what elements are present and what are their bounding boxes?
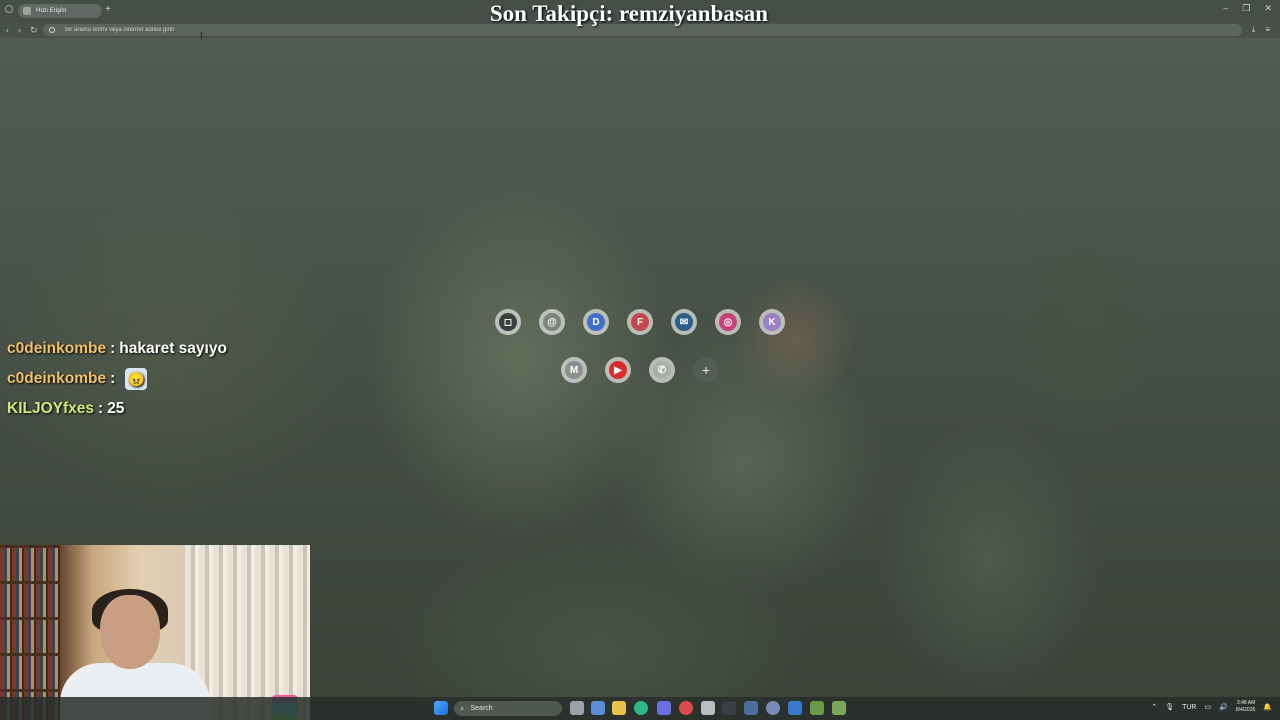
last-follower-title: Son Takipçi: remziyanbasan [489, 1, 769, 26]
shortcut-k[interactable]: K [759, 309, 785, 335]
clock-date: 8/4/2026 [1235, 707, 1256, 713]
browser-taskbar-icon[interactable] [634, 701, 648, 715]
shortcut-mail[interactable]: ✉ [671, 309, 697, 335]
taskbar-search-label: Search [470, 705, 493, 712]
start-icon[interactable] [434, 701, 448, 715]
shortcut-square[interactable]: ◻ [495, 309, 521, 335]
emote-icon: 😠 [125, 368, 148, 390]
close-button[interactable]: ✕ [1264, 3, 1272, 14]
app-icon[interactable] [766, 701, 780, 715]
stream-chat: c0deinkombe : hakaret sayıyo c0deinkombe… [7, 334, 227, 424]
outlook-icon[interactable] [788, 701, 802, 715]
shortcut-f[interactable]: F [627, 309, 653, 335]
letter-d-icon: D [587, 313, 605, 331]
windows-taskbar: ⌕ Search ⌃ 🎙 TUR ▭ 🔊 3:48 AM 8/4/2026 🔔 [0, 697, 1280, 720]
chat-text: 25 [107, 400, 125, 417]
clock-time: 3:48 AM [1236, 700, 1256, 706]
letter-f-icon: F [631, 313, 649, 331]
task-view-icon[interactable] [570, 701, 584, 715]
microphone-icon[interactable]: 🎙 [1165, 703, 1174, 711]
search-icon: ⌕ [460, 703, 465, 713]
text-cursor-icon: I [200, 31, 203, 42]
file-explorer-icon[interactable] [612, 701, 626, 715]
settings-icon[interactable] [701, 701, 715, 715]
youtube-icon: ▶ [609, 361, 627, 379]
shortcut-youtube[interactable]: ▶ [605, 357, 631, 383]
shortcut-d[interactable]: D [583, 309, 609, 335]
taskbar-search[interactable]: ⌕ Search [454, 701, 562, 716]
add-shortcut-button[interactable]: + [693, 357, 719, 383]
notepad-icon[interactable] [591, 701, 605, 715]
steam-icon[interactable] [744, 701, 758, 715]
shortcut-instagram[interactable]: ◎ [715, 309, 741, 335]
discord-icon[interactable] [657, 701, 671, 715]
whatsapp-icon: ✆ [653, 361, 671, 379]
volume-icon[interactable]: 🔊 [1219, 703, 1228, 711]
shortcut-whatsapp[interactable]: ✆ [649, 357, 675, 383]
menu-icon[interactable]: ≡ [1265, 22, 1270, 38]
chat-username: c0deinkombe [7, 370, 107, 387]
shortcut-m[interactable]: M [561, 357, 587, 383]
chat-username: c0deinkombe [7, 340, 107, 357]
chat-separator: : [110, 370, 116, 387]
bookshelf [0, 545, 60, 720]
clock[interactable]: 3:48 AM 8/4/2026 [1236, 700, 1255, 714]
letter-k-icon: K [763, 313, 781, 331]
person-head [100, 595, 160, 669]
chat-separator: : [110, 340, 116, 357]
system-tray: ⌃ 🎙 TUR ▭ 🔊 3:48 AM 8/4/2026 🔔 [1151, 700, 1272, 714]
webcam-feed [0, 545, 310, 720]
notification-icon[interactable]: 🔔 [1263, 703, 1272, 711]
chat-message: c0deinkombe : 😠 [7, 364, 227, 394]
chevron-up-icon[interactable]: ⌃ [1151, 703, 1157, 711]
chat-app-icon[interactable] [679, 701, 693, 715]
language-indicator[interactable]: TUR [1182, 704, 1196, 711]
mail-icon: ✉ [675, 313, 693, 331]
chat-text: hakaret sayıyo [119, 340, 227, 357]
instagram-icon: ◎ [719, 313, 737, 331]
shortcut-threads[interactable]: @ [539, 309, 565, 335]
chat-separator: : [98, 400, 104, 417]
chat-message: KILJOYfxes : 25 [7, 394, 227, 424]
square-icon: ◻ [499, 313, 517, 331]
chat-message: c0deinkombe : hakaret sayıyo [7, 334, 227, 364]
letter-m-icon: M [565, 361, 583, 379]
minecraft-icon[interactable] [810, 701, 824, 715]
game-launcher-icon[interactable] [832, 701, 846, 715]
threads-icon: @ [543, 313, 561, 331]
chat-username: KILJOYfxes [7, 400, 95, 417]
terminal-icon[interactable] [722, 701, 736, 715]
network-icon[interactable]: ▭ [1204, 703, 1211, 711]
